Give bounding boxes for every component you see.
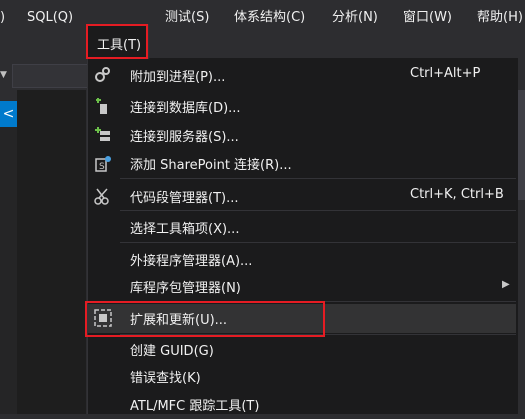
toolbar-dropdown-arrow-icon[interactable]: ▼ [0, 70, 7, 80]
menu-item-shortcut: Ctrl+K, Ctrl+B [410, 187, 504, 202]
menu-item-label: 错误查找(K) [130, 371, 201, 386]
menu-tools-label: 工具(T) [97, 38, 142, 53]
menu-item-label: 库程序包管理器(N) [130, 281, 241, 296]
menu-separator [120, 210, 516, 211]
menu-item-library-package-manager[interactable]: 库程序包管理器(N) ▶ [88, 272, 516, 301]
menu-item-connect-server[interactable]: 连接到服务器(S)... [88, 121, 516, 150]
menu-item-label: 外接程序管理器(A)... [130, 254, 253, 269]
menu-item-atl-mfc-trace[interactable]: ATL/MFC 跟踪工具(T) [88, 390, 516, 419]
svg-text:S: S [99, 162, 105, 172]
menu-sql[interactable]: SQL(Q) [27, 8, 73, 28]
menu-item-label: 连接到服务器(S)... [130, 130, 239, 145]
menu-item-label: 附加到进程(P)... [130, 70, 226, 85]
toolbar-combo[interactable] [12, 64, 88, 88]
menu-item-connect-database[interactable]: 连接到数据库(D)... [88, 92, 516, 121]
menu-separator [120, 242, 516, 243]
menu-item-label: 创建 GUID(G) [130, 344, 214, 359]
menu-window[interactable]: 窗口(W) [403, 8, 452, 28]
menu-item-extensions-updates[interactable]: 扩展和更新(U)... [88, 304, 516, 333]
database-plug-icon [94, 97, 112, 115]
menu-item-choose-toolbox-items[interactable]: 选择工具箱项(X)... [88, 213, 516, 242]
menu-help[interactable]: 帮助(H) [477, 8, 523, 28]
gears-icon [94, 66, 112, 84]
menu-architecture[interactable]: 体系结构(C) [234, 8, 305, 28]
menu-item-attach-to-process[interactable]: 附加到进程(P)... Ctrl+Alt+P [88, 61, 516, 90]
scissors-icon [94, 187, 112, 205]
menu-separator [120, 301, 516, 302]
menu-item-label: 添加 SharePoint 连接(R)... [130, 158, 292, 173]
menu-item-addin-manager[interactable]: 外接程序管理器(A)... [88, 245, 516, 274]
menu-item-label: 连接到数据库(D)... [130, 101, 241, 116]
server-add-icon [94, 126, 112, 144]
sharepoint-icon: S [94, 154, 112, 172]
menu-item-code-snippets[interactable]: 代码段管理器(T)... Ctrl+K, Ctrl+B [88, 182, 516, 211]
editor-area [17, 90, 86, 414]
submenu-arrow-icon: ▶ [502, 279, 510, 290]
menu-partial[interactable]: ) [0, 8, 5, 28]
menu-item-label: 代码段管理器(T)... [130, 191, 239, 206]
chevron-left-icon: < [2, 106, 15, 122]
menu-analyze[interactable]: 分析(N) [332, 8, 378, 28]
menu-bar: ) SQL(Q) 测试(S) 体系结构(C) 分析(N) 窗口(W) 帮助(H) [0, 0, 525, 30]
right-scroll-area [518, 90, 525, 200]
menu-item-label: ATL/MFC 跟踪工具(T) [130, 399, 260, 414]
menu-test[interactable]: 测试(S) [165, 8, 209, 28]
extensions-icon [94, 309, 112, 327]
menu-item-label: 选择工具箱项(X)... [130, 222, 240, 237]
left-panel [0, 127, 17, 414]
menu-item-add-sharepoint[interactable]: S 添加 SharePoint 连接(R)... [88, 149, 516, 178]
menu-item-shortcut: Ctrl+Alt+P [410, 66, 481, 81]
menu-item-label: 扩展和更新(U)... [130, 313, 228, 328]
menu-item-create-guid[interactable]: 创建 GUID(G) [88, 335, 516, 364]
menu-separator [120, 178, 516, 179]
menu-item-error-lookup[interactable]: 错误查找(K) [88, 362, 516, 391]
collapse-panel-tab[interactable]: < [0, 101, 17, 127]
